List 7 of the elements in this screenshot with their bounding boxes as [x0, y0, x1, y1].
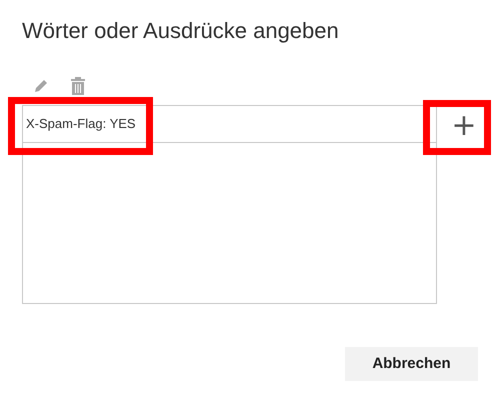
pencil-icon[interactable]: [32, 77, 50, 95]
entry-text: X-Spam-Flag: YES: [26, 115, 136, 134]
trash-icon[interactable]: [70, 77, 86, 95]
dialog-title: Wörter oder Ausdrücke angeben: [22, 17, 340, 45]
add-button[interactable]: +: [449, 109, 479, 143]
entry-field[interactable]: X-Spam-Flag: YES: [23, 106, 436, 143]
cancel-button[interactable]: Abbrechen: [345, 347, 478, 381]
